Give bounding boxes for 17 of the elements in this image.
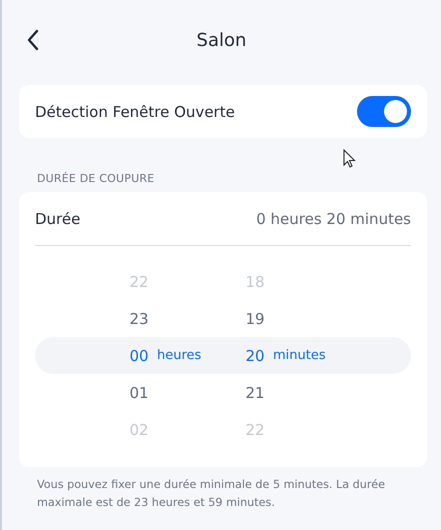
minute-option[interactable]: 21 bbox=[237, 384, 273, 402]
minute-option[interactable]: 19 bbox=[237, 310, 273, 328]
hour-option[interactable]: 00 bbox=[121, 346, 157, 364]
hour-option[interactable]: 23 bbox=[121, 310, 157, 328]
setting-label: Détection Fenêtre Ouverte bbox=[35, 102, 235, 120]
cursor-icon bbox=[343, 149, 356, 169]
hour-option[interactable]: 01 bbox=[121, 384, 157, 402]
duration-label: Durée bbox=[35, 210, 80, 228]
duration-value: 0 heures 20 minutes bbox=[256, 210, 411, 228]
toggle-switch[interactable] bbox=[357, 96, 411, 127]
hours-unit: heures bbox=[157, 348, 202, 363]
help-text: Vous pouvez fixer une durée minimale de 5 minutes. La durée maximale est de 23 heures et 59 minutes. bbox=[37, 477, 386, 511]
minutes-unit: minutes bbox=[273, 348, 327, 363]
section-title: DURÉE DE COUPURE bbox=[37, 172, 154, 185]
back-icon[interactable] bbox=[26, 29, 40, 51]
minute-option[interactable]: 20 bbox=[237, 346, 273, 364]
page-title: Salon bbox=[196, 30, 246, 50]
